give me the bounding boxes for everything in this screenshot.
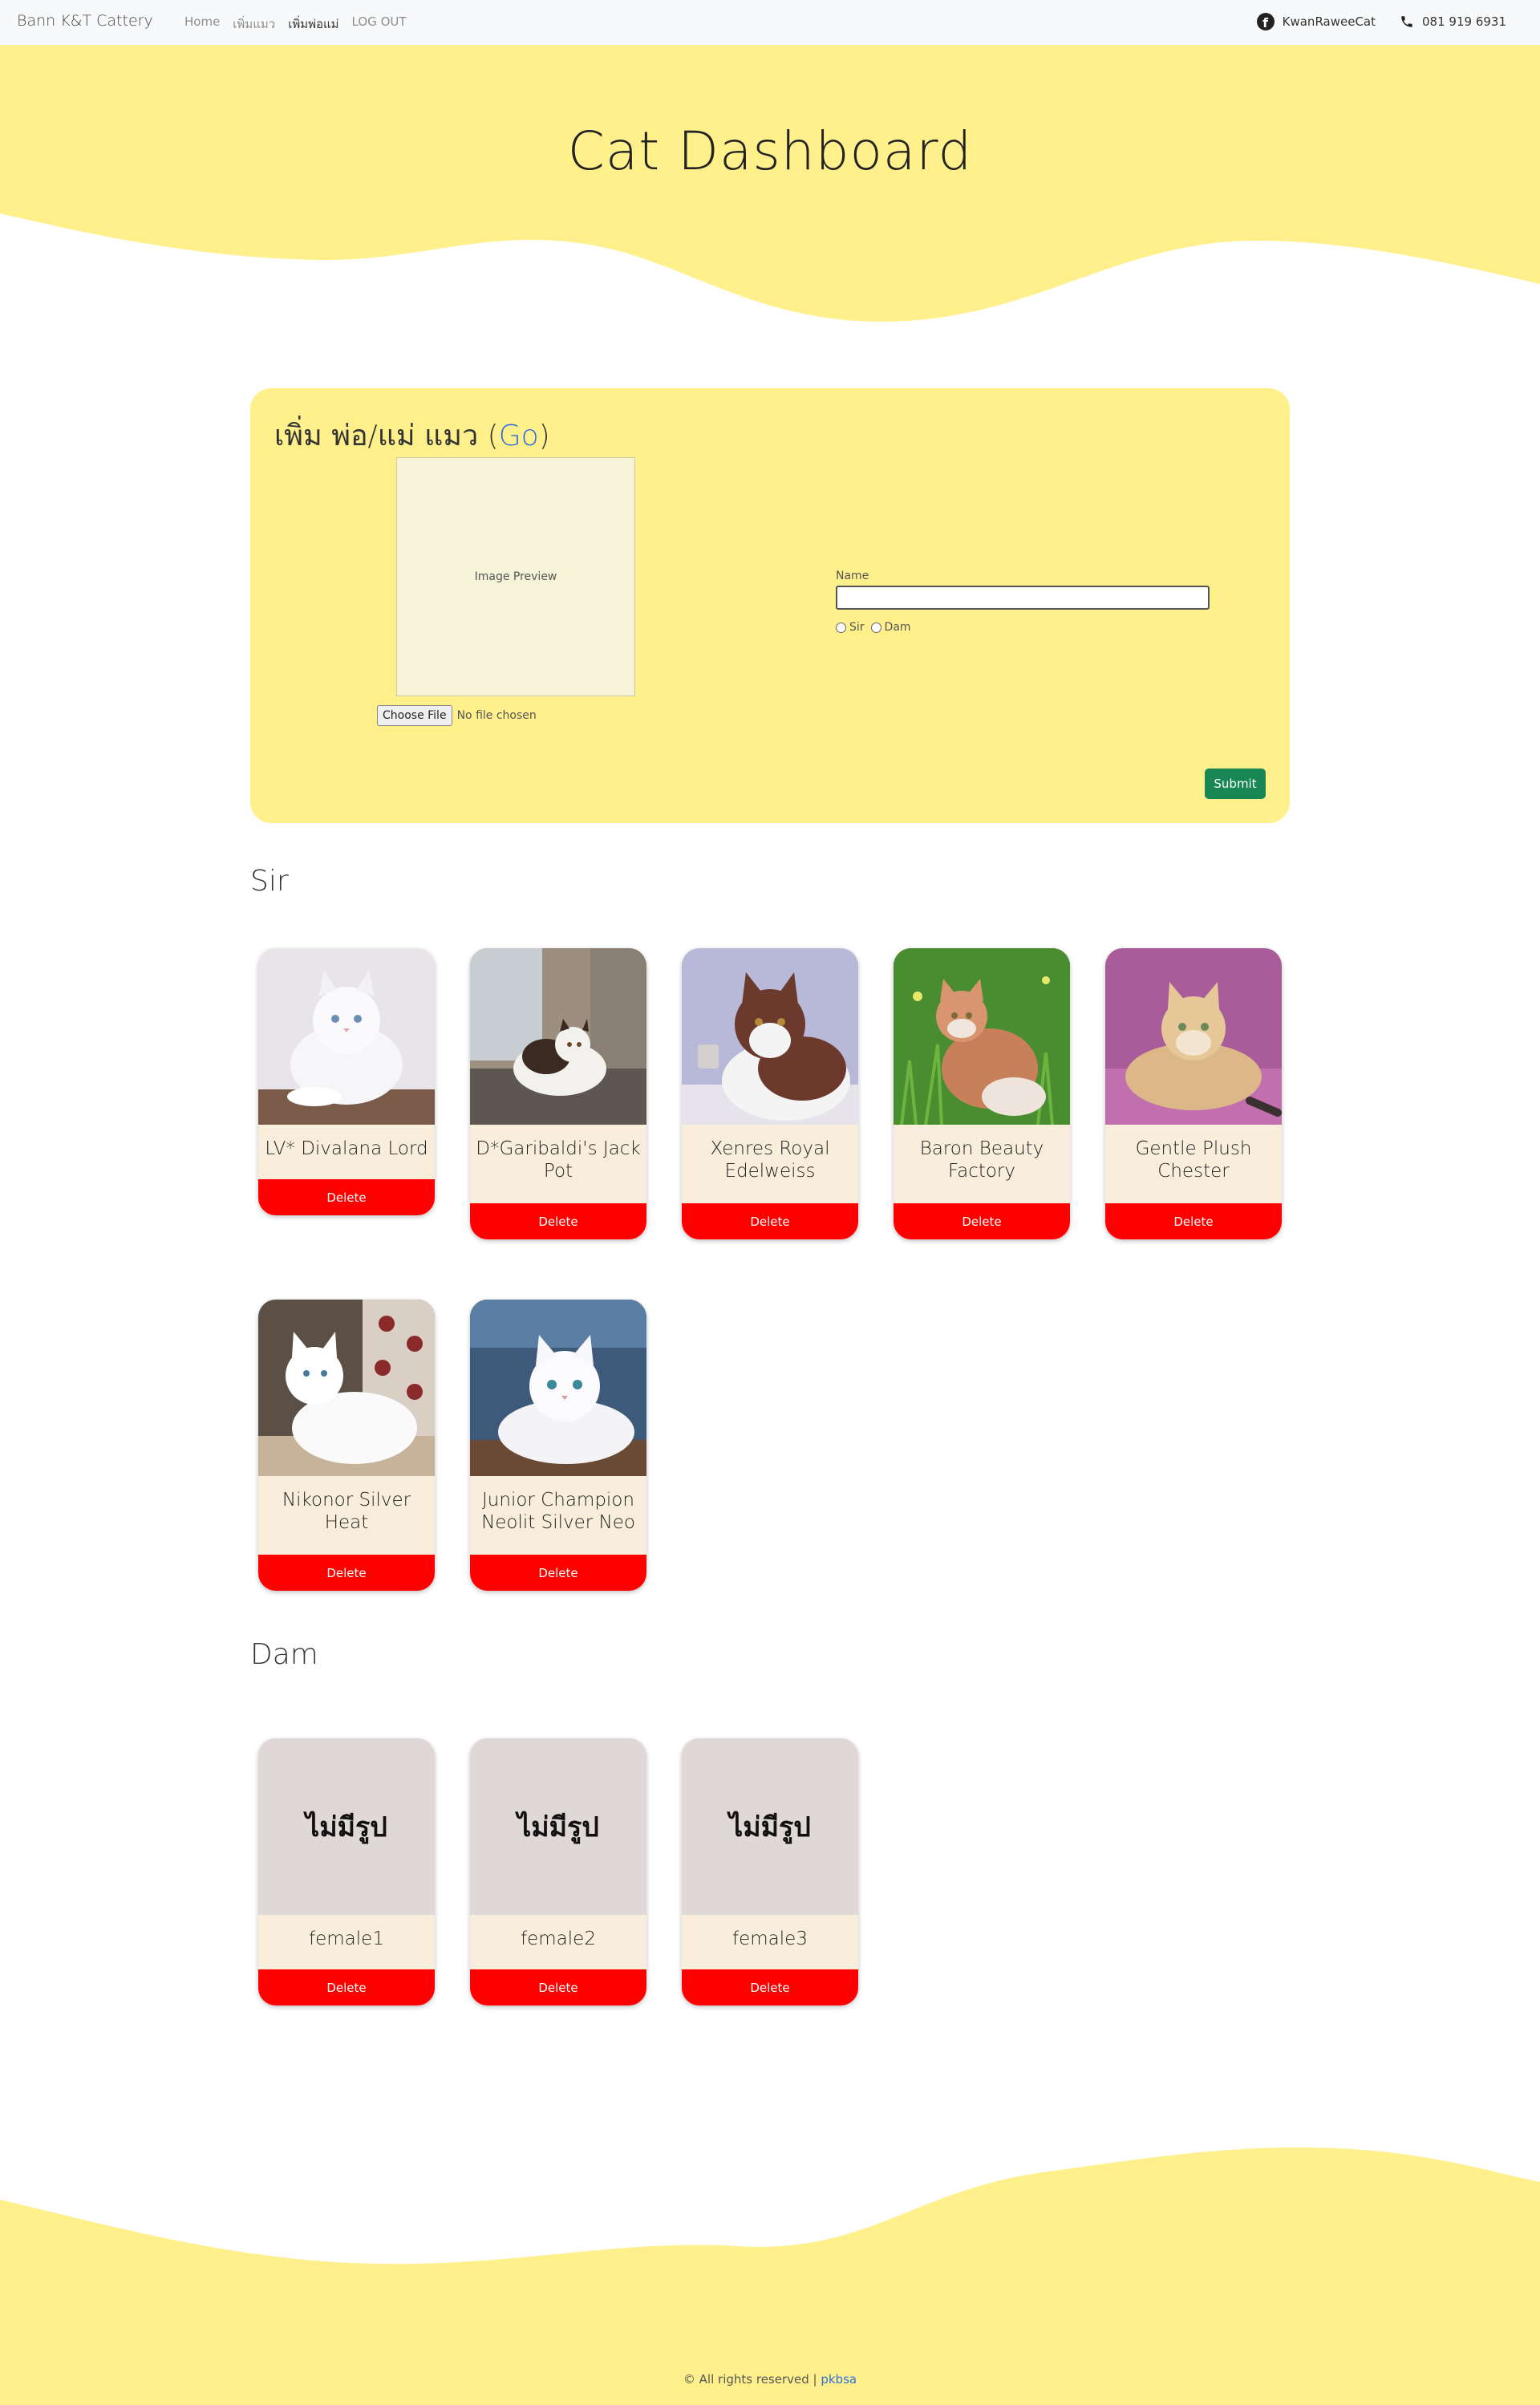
no-image-placeholder: ไม่มีรูป: [682, 1738, 858, 1915]
cat-photo: [894, 948, 1070, 1125]
cat-photo: [470, 948, 646, 1125]
cat-name: female3: [732, 1928, 808, 1949]
cat-name: Nikonor Silver Heat: [282, 1490, 411, 1533]
cat-name: female2: [521, 1928, 596, 1949]
radio-dam[interactable]: [870, 622, 881, 633]
image-preview-label: Image Preview: [474, 570, 557, 583]
nav-link-logout[interactable]: LOG OUT: [352, 14, 407, 34]
form-title-suffix: ): [538, 420, 550, 452]
cat-card: LV* Divalana Lord Delete: [258, 948, 435, 1215]
cat-card: Junior Champion Neolit Silver Neo Delete: [470, 1300, 646, 1591]
copyright-text: © All rights reserved |: [683, 2372, 821, 2387]
contact-info: f KwanRaweeCat 081 919 6931: [1256, 13, 1506, 30]
choose-file-button[interactable]: Choose File: [377, 705, 452, 726]
dam-section-title: Dam: [250, 1638, 318, 1671]
add-parent-form: เพิ่ม พ่อ/แม่ แมว (Go) Image Preview Cho…: [250, 388, 1290, 823]
name-input[interactable]: [836, 586, 1210, 610]
delete-button[interactable]: Delete: [894, 1203, 1070, 1239]
cat-name: LV* Divalana Lord: [265, 1138, 428, 1159]
gender-radio-group: Sir Dam: [836, 621, 911, 634]
radio-sir-label: Sir: [849, 621, 865, 634]
facebook-name: KwanRaweeCat: [1282, 14, 1376, 29]
cat-photo: [1105, 948, 1282, 1125]
cat-name: Baron Beauty Factory: [919, 1138, 1044, 1182]
submit-button[interactable]: Submit: [1205, 769, 1266, 799]
facebook-icon: f: [1256, 13, 1275, 30]
radio-sir[interactable]: [836, 622, 846, 633]
delete-button[interactable]: Delete: [1105, 1203, 1282, 1239]
form-title: เพิ่ม พ่อ/แม่ แมว (Go): [274, 412, 550, 458]
page-title: Cat Dashboard: [567, 120, 973, 182]
cat-card: ไม่มีรูป female2 Delete: [470, 1738, 646, 2006]
delete-button[interactable]: Delete: [470, 1203, 646, 1239]
nav-link-add-parent[interactable]: เพิ่มพ่อแม่: [288, 14, 338, 34]
cat-photo: [258, 1300, 435, 1476]
cat-photo: [258, 948, 435, 1125]
phone-number: 081 919 6931: [1422, 14, 1506, 29]
cat-name: D*Garibaldi's Jack Pot: [476, 1138, 641, 1182]
cat-card: ไม่มีรูป female3 Delete: [682, 1738, 858, 2006]
cat-photo: [682, 948, 858, 1125]
delete-button[interactable]: Delete: [682, 1203, 858, 1239]
delete-button[interactable]: Delete: [258, 1969, 435, 2006]
cat-card: Baron Beauty Factory Delete: [894, 948, 1070, 1239]
delete-button[interactable]: Delete: [470, 1969, 646, 2006]
delete-button[interactable]: Delete: [682, 1969, 858, 2006]
file-status: No file chosen: [456, 709, 537, 722]
phone-contact[interactable]: 081 919 6931: [1400, 14, 1506, 29]
cat-photo: [470, 1300, 646, 1476]
cat-card: Xenres Royal Edelweiss Delete: [682, 948, 858, 1239]
hero-banner: Cat Dashboard: [0, 45, 1540, 350]
cat-card: D*Garibaldi's Jack Pot Delete: [470, 948, 646, 1239]
nav-link-add-cat[interactable]: เพิ่มแมว: [233, 14, 275, 34]
cat-name: Junior Champion Neolit Silver Neo: [481, 1490, 635, 1533]
form-title-text: เพิ่ม พ่อ/แม่ แมว (: [274, 420, 499, 452]
form-title-link[interactable]: Go: [499, 420, 539, 452]
image-preview: Image Preview: [396, 457, 635, 696]
delete-button[interactable]: Delete: [258, 1179, 435, 1215]
cat-name: Gentle Plush Chester: [1135, 1138, 1252, 1182]
delete-button[interactable]: Delete: [470, 1555, 646, 1591]
radio-dam-label: Dam: [884, 621, 911, 634]
footer-wave: [0, 2147, 1540, 2405]
sir-section-title: Sir: [250, 865, 289, 898]
cat-card: ไม่มีรูป female1 Delete: [258, 1738, 435, 2006]
file-input: Choose File No file chosen: [377, 705, 537, 726]
navbar: Bann K&T Cattery Home เพิ่มแมว เพิ่มพ่อแ…: [0, 0, 1540, 45]
cat-card: Nikonor Silver Heat Delete: [258, 1300, 435, 1591]
cat-name: Xenres Royal Edelweiss: [710, 1138, 830, 1182]
footer-copyright: © All rights reserved | pkbsa: [0, 2372, 1540, 2387]
name-label: Name: [836, 570, 869, 582]
cat-name: female1: [309, 1928, 384, 1949]
cat-card: Gentle Plush Chester Delete: [1105, 948, 1282, 1239]
delete-button[interactable]: Delete: [258, 1555, 435, 1591]
footer-link[interactable]: pkbsa: [821, 2372, 857, 2387]
hero-wave: [0, 45, 1540, 322]
facebook-contact[interactable]: f KwanRaweeCat: [1256, 13, 1376, 30]
no-image-placeholder: ไม่มีรูป: [470, 1738, 646, 1915]
nav-link-home[interactable]: Home: [184, 14, 220, 34]
no-image-placeholder: ไม่มีรูป: [258, 1738, 435, 1915]
phone-icon: [1401, 16, 1412, 27]
footer: © All rights reserved | pkbsa: [0, 2134, 1540, 2405]
nav-links: Home เพิ่มแมว เพิ่มพ่อแม่ LOG OUT: [184, 14, 407, 34]
brand-logo[interactable]: Bann K&T Cattery: [17, 12, 153, 30]
